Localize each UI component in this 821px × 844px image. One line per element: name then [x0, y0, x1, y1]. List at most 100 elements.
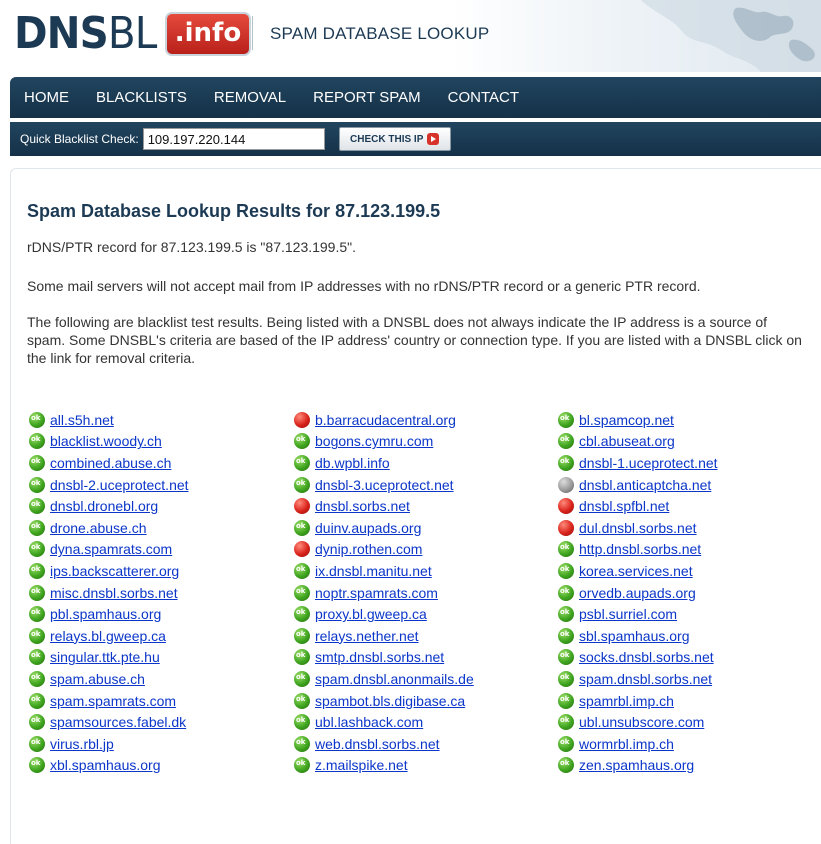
blacklist-link[interactable]: proxy.bl.gweep.ca — [315, 606, 427, 622]
blacklist-link[interactable]: bl.spamcop.net — [579, 412, 674, 428]
blacklist-link[interactable]: spam.spamrats.com — [50, 693, 176, 709]
ok-status-icon — [29, 606, 45, 623]
ip-input[interactable] — [142, 128, 325, 150]
blacklist-link[interactable]: ubl.unsubscore.com — [579, 714, 704, 730]
blacklist-link[interactable]: spambot.bls.digibase.ca — [315, 693, 465, 709]
ok-status-icon — [294, 649, 310, 666]
blacklist-link[interactable]: relays.nether.net — [315, 628, 419, 644]
blacklist-result-item: spam.dnsbl.sorbs.net — [558, 668, 819, 690]
ok-status-icon — [29, 649, 45, 666]
blacklist-link[interactable]: blacklist.woody.ch — [50, 433, 162, 449]
blacklist-link[interactable]: http.dnsbl.sorbs.net — [579, 541, 701, 557]
blacklist-link[interactable]: misc.dnsbl.sorbs.net — [50, 585, 178, 601]
blacklist-link[interactable]: spam.dnsbl.anonmails.de — [315, 671, 474, 687]
rdns-text: rDNS/PTR record for 87.123.199.5 is "87.… — [27, 239, 357, 255]
blacklist-link[interactable]: bogons.cymru.com — [315, 433, 433, 449]
ok-status-icon — [29, 562, 45, 579]
blacklist-link[interactable]: spam.abuse.ch — [50, 671, 145, 687]
blacklist-link[interactable]: ubl.lashback.com — [315, 714, 423, 730]
blacklist-link[interactable]: smtp.dnsbl.sorbs.net — [315, 649, 444, 665]
blacklist-link[interactable]: pbl.spamhaus.org — [50, 606, 161, 622]
nav-report-spam[interactable]: REPORT SPAM — [313, 89, 421, 106]
blacklist-result-item: db.wpbl.info — [294, 452, 558, 474]
blacklist-result-item: pbl.spamhaus.org — [29, 603, 294, 625]
ok-status-icon — [558, 606, 574, 623]
ok-status-icon — [29, 519, 45, 536]
header-divider — [252, 16, 253, 50]
ok-status-icon — [29, 541, 45, 558]
blacklist-result-item: blacklist.woody.ch — [29, 431, 294, 453]
blacklist-link[interactable]: noptr.spamrats.com — [315, 585, 438, 601]
blacklist-result-item: dnsbl.spfbl.net — [558, 495, 819, 517]
blacklist-link[interactable]: cbl.abuseat.org — [579, 433, 675, 449]
blacklist-link[interactable]: ix.dnsbl.manitu.net — [315, 563, 432, 579]
blacklist-link[interactable]: all.s5h.net — [50, 412, 114, 428]
blacklist-result-item: dnsbl-2.uceprotect.net — [29, 474, 294, 496]
blacklist-link[interactable]: sbl.spamhaus.org — [579, 628, 690, 644]
blacklist-link[interactable]: dnsbl.anticaptcha.net — [579, 477, 711, 493]
blacklist-link[interactable]: drone.abuse.ch — [50, 520, 147, 536]
nav-contact[interactable]: CONTACT — [448, 89, 519, 106]
blacklist-result-item: spamsources.fabel.dk — [29, 711, 294, 733]
ok-status-icon — [294, 627, 310, 644]
blacklist-link[interactable]: korea.services.net — [579, 563, 693, 579]
ok-status-icon — [29, 714, 45, 731]
blacklist-link[interactable]: dnsbl.dronebl.org — [50, 498, 158, 514]
blacklist-link[interactable]: relays.bl.gweep.ca — [50, 628, 166, 644]
blacklist-result-item: spamrbl.imp.ch — [558, 690, 819, 712]
blacklist-link[interactable]: ips.backscatterer.org — [50, 563, 179, 579]
blacklist-result-item: spam.abuse.ch — [29, 668, 294, 690]
blacklist-link[interactable]: dnsbl-2.uceprotect.net — [50, 477, 189, 493]
ok-status-icon — [294, 562, 310, 579]
check-ip-button[interactable]: CHECK THIS IP — [338, 127, 451, 151]
blacklist-link[interactable]: dnsbl.sorbs.net — [315, 498, 410, 514]
blacklist-link[interactable]: zen.spamhaus.org — [579, 757, 694, 773]
blacklist-result-item: relays.bl.gweep.ca — [29, 625, 294, 647]
blacklist-link[interactable]: b.barracudacentral.org — [315, 412, 456, 428]
blacklist-link[interactable]: dyna.spamrats.com — [50, 541, 172, 557]
blacklist-link[interactable]: spamsources.fabel.dk — [50, 714, 186, 730]
nav-removal[interactable]: REMOVAL — [214, 89, 286, 106]
blacklist-link[interactable]: duinv.aupads.org — [315, 520, 421, 536]
blacklist-link[interactable]: combined.abuse.ch — [50, 455, 171, 471]
blacklist-result-item: smtp.dnsbl.sorbs.net — [294, 647, 558, 669]
blacklist-link[interactable]: z.mailspike.net — [315, 757, 408, 773]
ok-status-icon — [29, 433, 45, 450]
ok-status-icon — [558, 454, 574, 471]
blacklist-link[interactable]: db.wpbl.info — [315, 455, 390, 471]
blacklist-link[interactable]: web.dnsbl.sorbs.net — [315, 736, 440, 752]
ok-status-icon — [29, 498, 45, 515]
blacklist-link[interactable]: dnsbl-3.uceprotect.net — [315, 477, 454, 493]
nav-home[interactable]: HOME — [24, 89, 69, 106]
ok-status-icon — [558, 735, 574, 752]
listed-status-icon — [294, 541, 310, 558]
blacklist-result-item: drone.abuse.ch — [29, 517, 294, 539]
ok-status-icon — [294, 757, 310, 774]
ok-status-icon — [558, 584, 574, 601]
blacklist-link[interactable]: spam.dnsbl.sorbs.net — [579, 671, 712, 687]
ok-status-icon — [29, 692, 45, 709]
blacklist-link[interactable]: xbl.spamhaus.org — [50, 757, 161, 773]
nav-blacklists[interactable]: BLACKLISTS — [96, 89, 187, 106]
blacklist-result-item: dnsbl-3.uceprotect.net — [294, 474, 558, 496]
blacklist-link[interactable]: dynip.rothen.com — [315, 541, 422, 557]
ok-status-icon — [29, 476, 45, 493]
blacklist-link[interactable]: dnsbl.spfbl.net — [579, 498, 669, 514]
dnsbl-logo[interactable]: DNSBL .info — [14, 9, 252, 59]
blacklist-result-item: dnsbl.anticaptcha.net — [558, 474, 819, 496]
ok-status-icon — [294, 670, 310, 687]
blacklist-link[interactable]: dnsbl-1.uceprotect.net — [579, 455, 718, 471]
listed-status-icon — [294, 411, 310, 428]
blacklist-link[interactable]: psbl.surriel.com — [579, 606, 677, 622]
ok-status-icon — [29, 757, 45, 774]
quick-check-bar: Quick Blacklist Check: CHECK THIS IP — [10, 122, 821, 156]
blacklist-link[interactable]: singular.ttk.pte.hu — [50, 649, 160, 665]
blacklist-link[interactable]: virus.rbl.jp — [50, 736, 114, 752]
blacklist-result-item: http.dnsbl.sorbs.net — [558, 539, 819, 561]
blacklist-link[interactable]: spamrbl.imp.ch — [579, 693, 674, 709]
blacklist-link[interactable]: socks.dnsbl.sorbs.net — [579, 649, 714, 665]
blacklist-result-item: bogons.cymru.com — [294, 431, 558, 453]
blacklist-link[interactable]: wormrbl.imp.ch — [579, 736, 674, 752]
blacklist-link[interactable]: dul.dnsbl.sorbs.net — [579, 520, 697, 536]
blacklist-link[interactable]: orvedb.aupads.org — [579, 585, 696, 601]
